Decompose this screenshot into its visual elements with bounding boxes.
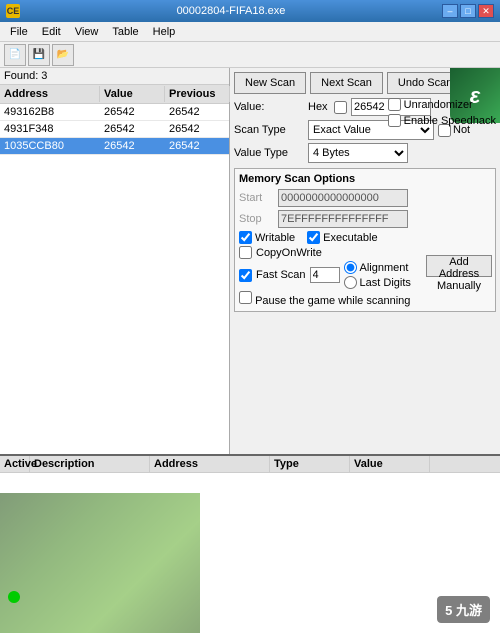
lastdigits-label: Last Digits	[360, 277, 411, 289]
fast-scan-checkbox[interactable]	[239, 269, 252, 282]
active-indicator	[8, 591, 20, 603]
app-icon: CE	[6, 4, 20, 18]
copyonwrite-label: CopyOnWrite	[256, 247, 322, 259]
cell-value: 26542	[100, 121, 165, 137]
cell-address: 493162B8	[0, 104, 100, 120]
stop-label: Stop	[239, 213, 274, 225]
add-address-button[interactable]: Add Address Manually	[426, 255, 492, 277]
value-type-row: Value Type 4 Bytes 2 Bytes 1 Byte 8 Byte…	[234, 143, 496, 163]
menu-view[interactable]: View	[69, 24, 105, 40]
menu-bar: File Edit View Table Help	[0, 22, 500, 42]
close-button[interactable]: ✕	[478, 4, 494, 18]
bottom-table-body	[0, 473, 500, 633]
executable-label: Executable	[323, 232, 377, 244]
menu-help[interactable]: Help	[147, 24, 182, 40]
alignment-col: Alignment Last Digits	[344, 261, 411, 289]
bg-game-image	[0, 493, 200, 633]
toolbar-save[interactable]: 💾	[28, 44, 50, 66]
unrandomizer-checkbox[interactable]	[388, 98, 401, 111]
menu-file[interactable]: File	[4, 24, 34, 40]
cell-previous: 26542	[165, 121, 229, 137]
right-checkboxes: Unrandomizer Enable Speedhack	[388, 98, 496, 127]
col-value: Value	[100, 86, 165, 102]
copyonwrite-checkbox[interactable]	[239, 246, 252, 259]
value-type-label: Value Type	[234, 147, 304, 159]
alignment-radio[interactable]	[344, 261, 357, 274]
new-scan-button[interactable]: New Scan	[234, 72, 306, 94]
cell-previous: 26542	[165, 138, 229, 154]
fast-scan-label: Fast Scan	[256, 269, 306, 281]
hex-checkbox[interactable]	[334, 101, 347, 114]
value-type-select[interactable]: 4 Bytes 2 Bytes 1 Byte 8 Bytes Float Dou…	[308, 143, 408, 163]
menu-table[interactable]: Table	[106, 24, 144, 40]
start-label: Start	[239, 192, 274, 204]
cell-address: 1035CCB80	[0, 138, 100, 154]
stop-row: Stop	[239, 210, 491, 228]
unrandomizer-row: Unrandomizer	[388, 98, 496, 111]
start-row: Start	[239, 189, 491, 207]
next-scan-button[interactable]: Next Scan	[310, 72, 383, 94]
pause-label: Pause the game while scanning	[255, 295, 410, 307]
table-header: Address Value Previous	[0, 85, 229, 104]
toolbar: 📄 💾 📂	[0, 42, 500, 68]
minimize-button[interactable]: –	[442, 4, 458, 18]
found-label: Found: 3	[0, 68, 229, 85]
pause-checkbox[interactable]	[239, 291, 252, 304]
hex-label: Hex	[308, 101, 330, 113]
writable-label: Writable	[255, 232, 295, 244]
col-previous: Previous	[165, 86, 230, 102]
alignment-label: Alignment	[360, 262, 409, 274]
scan-type-label: Scan Type	[234, 124, 304, 136]
title-bar: CE 00002804-FIFA18.exe – □ ✕	[0, 0, 500, 22]
value-label: Value:	[234, 101, 304, 113]
table-row[interactable]: 4931F348 26542 26542	[0, 121, 229, 138]
bottom-table-header: Active Description Address Type Value	[0, 456, 500, 473]
stop-input[interactable]	[278, 210, 408, 228]
window-controls: – □ ✕	[442, 4, 494, 18]
scan-options-title: Memory Scan Options	[239, 173, 491, 185]
writable-row: Writable Executable	[239, 231, 491, 244]
col-value: Value	[350, 456, 430, 472]
window-title: 00002804-FIFA18.exe	[20, 5, 442, 17]
toolbar-open[interactable]: 📂	[52, 44, 74, 66]
menu-edit[interactable]: Edit	[36, 24, 67, 40]
col-active: Active	[0, 456, 30, 472]
speedhack-row: Enable Speedhack	[388, 114, 496, 127]
col-type: Type	[270, 456, 350, 472]
cell-address: 4931F348	[0, 121, 100, 137]
unrandomizer-label: Unrandomizer	[404, 99, 473, 111]
fast-scan-input[interactable]	[310, 267, 340, 283]
start-input[interactable]	[278, 189, 408, 207]
speedhack-checkbox[interactable]	[388, 114, 401, 127]
watermark: 5 九游	[437, 596, 490, 623]
bottom-section: Active Description Address Type Value	[0, 454, 500, 633]
cell-value: 26542	[100, 138, 165, 154]
col-address: Address	[150, 456, 270, 472]
col-description: Description	[30, 456, 150, 472]
speedhack-label: Enable Speedhack	[404, 115, 496, 127]
lastdigits-radio[interactable]	[344, 276, 357, 289]
table-row[interactable]: 493162B8 26542 26542	[0, 104, 229, 121]
col-address: Address	[0, 86, 100, 102]
toolbar-new[interactable]: 📄	[4, 44, 26, 66]
table-row-selected[interactable]: 1035CCB80 26542 26542	[0, 138, 229, 155]
writable-checkbox[interactable]	[239, 231, 252, 244]
cell-previous: 26542	[165, 104, 229, 120]
pause-row: Pause the game while scanning	[239, 291, 491, 307]
executable-checkbox[interactable]	[307, 231, 320, 244]
cell-value: 26542	[100, 104, 165, 120]
maximize-button[interactable]: □	[460, 4, 476, 18]
